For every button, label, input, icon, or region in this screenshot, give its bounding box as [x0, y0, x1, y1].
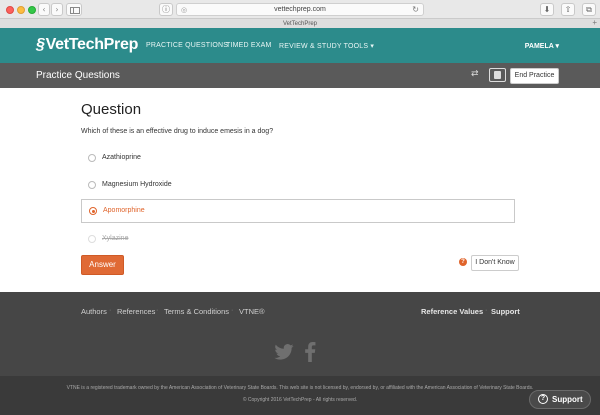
practice-subheader: Practice Questions ⇄ End Practice	[0, 63, 600, 88]
page-title: Practice Questions	[36, 70, 120, 81]
legal-notice: VTNE is a registered trademark owned by …	[0, 376, 600, 415]
top-navigation: §VetTechPrep PRACTICE QUESTIONS TIMED EX…	[0, 28, 600, 63]
radio-button[interactable]	[88, 181, 96, 189]
footer-separator: ·	[485, 307, 488, 314]
address-bar[interactable]: ◎ vettechprep.com ↻	[176, 3, 424, 16]
help-icon[interactable]: ?	[459, 258, 467, 266]
share-icon[interactable]: ⇧	[561, 3, 575, 16]
reload-icon[interactable]: ↻	[412, 4, 419, 15]
browser-chrome: ‹ › ⓘ ◎ vettechprep.com ↻ ⬇ ⇧ ⧉ VetTechP…	[0, 0, 600, 28]
nav-timed-exam[interactable]: TIMED EXAM	[226, 42, 272, 49]
download-icon[interactable]: ⬇	[540, 3, 554, 16]
tabs-overview-icon[interactable]: ⧉	[582, 3, 596, 16]
answer-option-apomorphine[interactable]: Apomorphine	[81, 199, 515, 223]
zoom-window-button[interactable]	[28, 6, 36, 14]
user-menu[interactable]: PAMELA ▾	[525, 42, 559, 50]
radio-button[interactable]	[88, 154, 96, 162]
logo-mark-icon: §	[36, 36, 45, 53]
site-logo[interactable]: §VetTechPrep	[36, 36, 138, 54]
footer-link-references[interactable]: References	[117, 307, 155, 316]
end-practice-button[interactable]: End Practice	[510, 68, 559, 84]
new-tab-icon[interactable]: +	[592, 18, 597, 28]
option-label: Apomorphine	[103, 207, 145, 214]
footer-separator: ·	[156, 307, 159, 314]
radio-button[interactable]	[88, 235, 96, 243]
support-button[interactable]: ? Support	[529, 390, 591, 409]
option-label: Azathioprine	[102, 154, 141, 161]
url-text: vettechprep.com	[274, 6, 326, 13]
minimize-window-button[interactable]	[17, 6, 25, 14]
nav-practice-questions[interactable]: PRACTICE QUESTIONS	[146, 42, 228, 49]
question-text: Which of these is an effective drug to i…	[81, 128, 274, 135]
nav-review-study-tools[interactable]: REVIEW & STUDY TOOLS ▾	[279, 42, 374, 50]
shuffle-icon[interactable]: ⇄	[471, 69, 479, 79]
footer-separator: ·	[109, 307, 112, 314]
twitter-icon[interactable]	[274, 344, 294, 360]
site-footer: Authors · References · Terms & Condition…	[0, 292, 600, 376]
footer-link-support[interactable]: Support	[491, 307, 520, 316]
close-window-button[interactable]	[6, 6, 14, 14]
footer-link-reference-values[interactable]: Reference Values	[421, 307, 483, 316]
calculator-icon[interactable]	[489, 68, 506, 82]
footer-link-terms[interactable]: Terms & Conditions	[164, 307, 229, 316]
info-icon[interactable]: ⓘ	[159, 3, 173, 16]
i-dont-know-button[interactable]: I Don't Know	[471, 255, 519, 271]
answer-option-azathioprine[interactable]: Azathioprine	[81, 146, 515, 170]
tab-title[interactable]: VetTechPrep	[0, 18, 600, 28]
option-label: Magnesium Hydroxide	[102, 181, 172, 188]
radio-button-selected[interactable]	[89, 207, 97, 215]
sidebar-toggle-icon[interactable]	[66, 3, 82, 16]
forward-icon[interactable]: ›	[51, 3, 63, 16]
facebook-icon[interactable]	[304, 342, 316, 362]
support-label: Support	[552, 395, 583, 404]
footer-link-authors[interactable]: Authors	[81, 307, 107, 316]
answer-option-magnesium-hydroxide[interactable]: Magnesium Hydroxide	[81, 173, 515, 197]
copyright-notice: © Copyright 2016 VetTechPrep - All right…	[242, 397, 358, 403]
shield-icon: ◎	[181, 6, 188, 14]
footer-separator: ·	[231, 307, 234, 314]
trademark-notice: VTNE is a registered trademark owned by …	[66, 385, 534, 391]
footer-link-vtne[interactable]: VTNE®	[239, 307, 265, 316]
logo-text: VetTechPrep	[45, 36, 139, 53]
answer-button[interactable]: Answer	[81, 255, 124, 275]
option-label: Xylazine	[102, 235, 129, 242]
answer-option-xylazine[interactable]: Xylazine	[81, 227, 515, 251]
question-circle-icon: ?	[538, 394, 548, 404]
question-heading: Question	[81, 101, 142, 118]
back-icon[interactable]: ‹	[38, 3, 50, 16]
